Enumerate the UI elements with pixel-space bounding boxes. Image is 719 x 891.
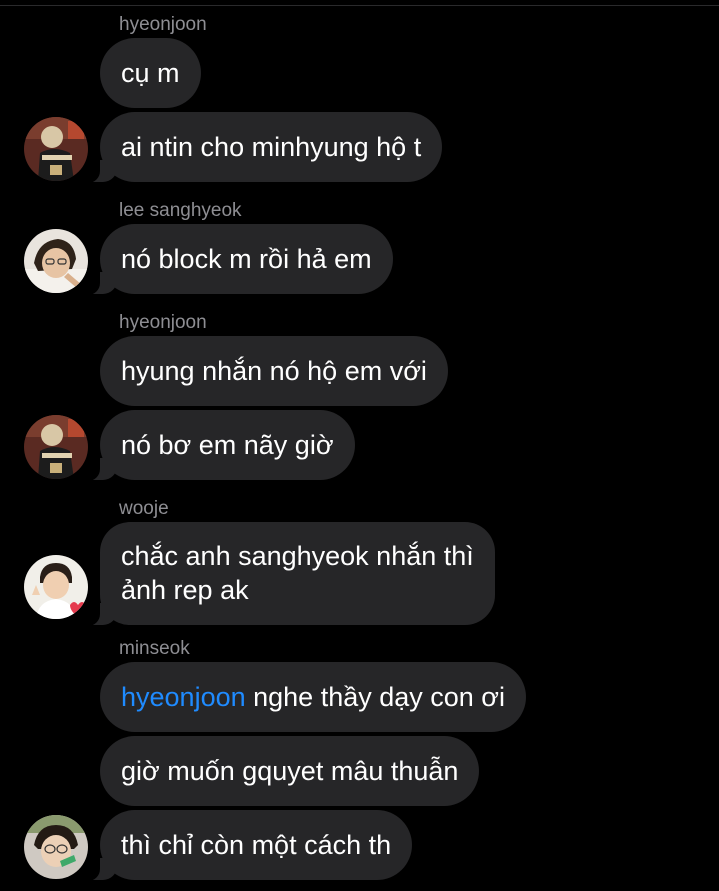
message-text: nó block m rồi hả em xyxy=(121,244,372,274)
sender-name: minseok xyxy=(119,638,190,659)
message-text: nghe thầy dạy con ơi xyxy=(245,682,505,712)
message-bubble[interactable]: giờ muốn gquyet mâu thuẫn xyxy=(100,736,480,806)
sender-name: wooje xyxy=(119,498,169,519)
message-text: giờ muốn gquyet mâu thuẫn xyxy=(121,756,459,786)
hyeonjoon-avatar[interactable] xyxy=(24,415,88,479)
sender-name: hyeonjoon xyxy=(119,312,207,333)
message-bubble[interactable]: nó bơ em nãy giờ xyxy=(82,410,355,481)
message-bubble[interactable]: nó block m rồi hả em xyxy=(82,224,393,295)
message-bubble[interactable]: hyeonjoon nghe thầy dạy con ơi xyxy=(100,662,526,732)
message-text: hyung nhắn nó hộ em với xyxy=(121,356,427,386)
sender-name: hyeonjoon xyxy=(119,14,207,35)
message-text: nó bơ em nãy giờ xyxy=(121,430,334,460)
message-text-line: ảnh rep ak xyxy=(121,575,249,605)
message-bubble[interactable]: thì chỉ còn một cách th xyxy=(81,810,413,881)
message-text: ai ntin cho minhyung hộ t xyxy=(121,132,422,162)
hyeonjoon-avatar[interactable] xyxy=(24,117,88,181)
message-bubble[interactable]: hyung nhắn nó hộ em với xyxy=(100,336,448,406)
lee-sanghyeok-avatar[interactable] xyxy=(24,229,88,293)
message-bubble[interactable]: chắc anh sanghyeok nhắn thì ảnh rep ak xyxy=(82,522,495,626)
message-bubble[interactable]: cụ m xyxy=(100,38,201,108)
top-divider xyxy=(0,5,719,6)
mention-link[interactable]: hyeonjoon xyxy=(121,682,246,712)
wooje-avatar[interactable] xyxy=(24,555,88,619)
sender-name: lee sanghyeok xyxy=(119,200,242,221)
message-bubble[interactable]: ai ntin cho minhyung hộ t xyxy=(81,112,443,183)
message-text-line: chắc anh sanghyeok nhắn thì xyxy=(121,541,474,571)
message-text: thì chỉ còn một cách th xyxy=(121,830,392,860)
minseok-avatar[interactable] xyxy=(24,815,88,879)
message-text: cụ m xyxy=(121,58,180,88)
